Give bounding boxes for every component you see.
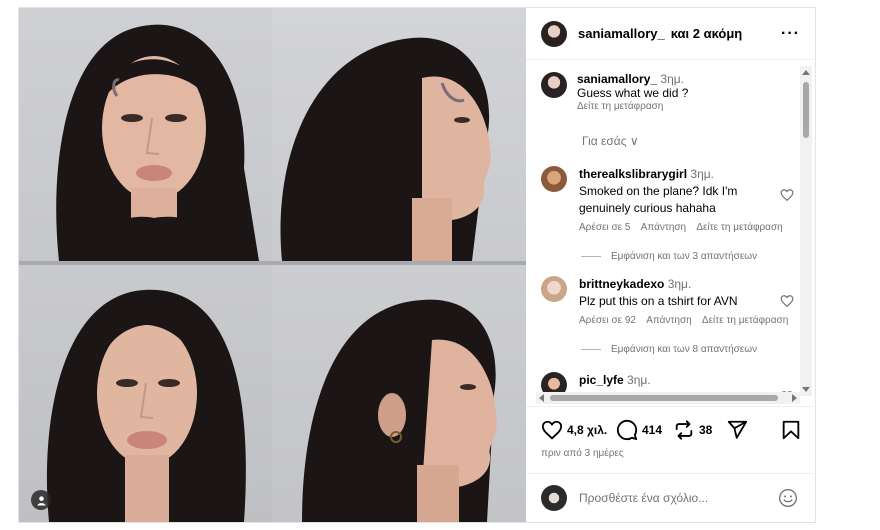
view-replies-label: Εμφάνιση και των 3 απαντήσεων [611,251,758,262]
like-count[interactable]: 4,8 χιλ. [567,423,607,437]
post-header: saniamallory_ και 2 ακόμη ··· [526,8,816,60]
scroll-up-arrow-icon[interactable] [802,70,810,75]
repost-icon [675,420,693,440]
view-replies-button[interactable]: Εμφάνιση και των 3 απαντήσεων [581,251,757,262]
comment-like-heart-icon[interactable] [780,188,794,202]
comment-item: brittneykadexo 3ημ. Plz put this on a ts… [541,276,806,329]
author-avatar[interactable] [541,20,567,47]
scrollbar-thumb[interactable] [550,395,778,401]
post-action-bar: 4,8 χιλ. 414 38 πριν από 3 ημέρες [526,406,816,466]
comment-likes[interactable]: Αρέσει σε 5 [579,222,630,233]
caption: saniamallory_ 3ημ. Guess what we did ? Δ… [541,72,688,114]
comment-translate-link[interactable]: Δείτε τη μετάφραση [702,315,788,326]
caption-text: Guess what we did ? [577,86,689,100]
post-time-ago[interactable]: πριν από 3 ημέρες [541,448,624,459]
comment-translate-link[interactable]: Δείτε τη μετάφραση [696,222,782,233]
add-comment-input[interactable] [579,491,769,505]
comment-time[interactable]: 3ημ. [627,373,651,387]
comment-username[interactable]: brittneykadexo [579,277,664,291]
comments-section: saniamallory_ 3ημ. Guess what we did ? Δ… [526,60,816,400]
scrollbar-thumb[interactable] [803,82,809,138]
like-button[interactable]: 4,8 χιλ. [541,419,607,441]
caption-time[interactable]: 3ημ. [660,72,684,86]
comment-time[interactable]: 3ημ. [690,167,714,181]
more-horizontal-icon[interactable]: ··· [781,25,800,43]
coauthors-link[interactable]: και 2 ακόμη [671,26,743,41]
mugshot-front-photo [19,8,272,261]
mugshot-profile-photo [272,8,526,261]
commenter-avatar[interactable] [541,276,567,302]
mugshot-front-photo-2 [19,265,272,522]
scroll-right-arrow-icon[interactable] [792,394,797,402]
comment-time[interactable]: 3ημ. [668,277,692,291]
post-media[interactable] [19,8,526,522]
caption-username[interactable]: saniamallory_ [577,72,657,86]
share-button[interactable] [726,419,748,441]
scroll-down-arrow-icon[interactable] [802,387,810,392]
current-user-avatar [541,485,567,511]
heart-icon [541,420,563,440]
comment-item: therealkslibrarygirl 3ημ. Smoked on the … [541,166,806,236]
commenter-avatar[interactable] [541,166,567,192]
comment-like-heart-icon[interactable] [780,294,794,308]
paper-plane-icon [727,420,748,439]
comments-vertical-scrollbar[interactable] [800,66,812,396]
post-sidebar: saniamallory_ και 2 ακόμη ··· saniamallo… [526,8,816,522]
add-comment-bar [526,473,816,522]
bookmark-icon[interactable] [780,419,802,441]
view-replies-label: Εμφάνιση και των 8 απαντήσεων [611,344,758,355]
sort-for-you-dropdown[interactable]: Για εσάς ∨ [582,134,639,148]
comment-text: Smoked on the plane? Idk I'm genuinely c… [579,184,738,215]
comment-username[interactable]: pic_lyfe [579,373,624,387]
replies-line [581,256,601,257]
author-username[interactable]: saniamallory_ [578,26,665,41]
post-dialog: saniamallory_ και 2 ακόμη ··· saniamallo… [18,7,816,523]
emoji-icon[interactable] [778,488,798,508]
tagged-users-icon[interactable] [31,490,51,510]
caption-avatar[interactable] [541,72,567,98]
comment-count: 414 [642,423,663,437]
comment-username[interactable]: therealkslibrarygirl [579,167,687,181]
view-replies-button[interactable]: Εμφάνιση και των 8 απαντήσεων [581,344,757,355]
repost-button[interactable]: 38 [673,419,712,441]
caption-translate-link[interactable]: Δείτε τη μετάφραση [577,100,688,114]
comment-bubble-icon [616,419,638,441]
mugshot-profile-photo-2 [272,265,526,522]
comments-horizontal-scrollbar[interactable] [536,392,800,404]
comment-reply-button[interactable]: Απάντηση [646,315,691,326]
comment-text: Plz put this on a tshirt for AVN [579,294,738,308]
repost-count: 38 [699,423,713,437]
scroll-left-arrow-icon[interactable] [539,394,544,402]
comment-likes[interactable]: Αρέσει σε 92 [579,315,636,326]
comment-button[interactable]: 414 [616,419,662,441]
replies-line [581,349,601,350]
comment-reply-button[interactable]: Απάντηση [641,222,686,233]
